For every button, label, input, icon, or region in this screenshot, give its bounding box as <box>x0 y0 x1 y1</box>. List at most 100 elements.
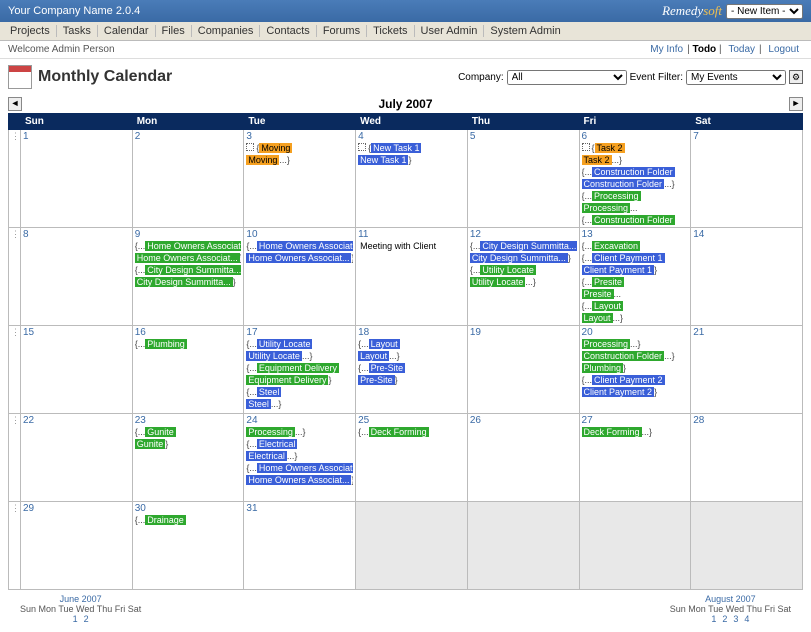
day-cell[interactable]: 6{Task 2Task 2...}{...Construction Folde… <box>579 130 691 228</box>
day-number[interactable]: 25 <box>358 415 465 426</box>
event-item[interactable]: {...Steel <box>246 386 353 398</box>
day-number[interactable]: 31 <box>246 503 353 514</box>
menu-files[interactable]: Files <box>155 25 191 37</box>
event-item[interactable]: Processing... <box>582 202 689 214</box>
day-cell[interactable] <box>691 502 803 590</box>
day-number[interactable]: 18 <box>358 327 465 338</box>
menu-user-admin[interactable]: User Admin <box>414 25 484 37</box>
day-number[interactable]: 28 <box>693 415 800 426</box>
event-item[interactable]: Task 2...} <box>582 154 689 166</box>
day-number[interactable]: 1 <box>23 131 130 142</box>
menu-companies[interactable]: Companies <box>191 25 260 37</box>
day-cell[interactable]: 17{...Utility LocateUtility Locate...}{.… <box>244 326 356 414</box>
prev-month-button[interactable]: ◄ <box>8 97 22 111</box>
day-cell[interactable]: 25{...Deck Forming <box>356 414 468 502</box>
event-item[interactable]: Moving...} <box>246 154 353 166</box>
day-number[interactable]: 5 <box>470 131 577 142</box>
day-number[interactable]: 19 <box>470 327 577 338</box>
event-item[interactable]: {...Excavation <box>582 240 689 252</box>
menu-calendar[interactable]: Calendar <box>97 25 155 37</box>
event-item[interactable]: {Moving <box>246 142 353 154</box>
day-number[interactable]: 12 <box>470 229 577 240</box>
event-item[interactable]: {...Client Payment 1 <box>582 252 689 264</box>
event-item[interactable]: Gunite} <box>135 438 242 450</box>
day-cell[interactable]: 20Processing...}Construction Folder...}P… <box>579 326 691 414</box>
event-item[interactable]: Deck Forming...} <box>582 426 689 438</box>
event-item[interactable]: {...Presite <box>582 276 689 288</box>
event-item[interactable]: Layout...} <box>582 312 689 324</box>
mini-prev[interactable]: June 2007 Sun Mon Tue Wed Thu Fri Sat 12 <box>20 594 141 624</box>
day-cell[interactable]: 19 <box>467 326 579 414</box>
event-item[interactable]: Construction Folder...} <box>582 178 689 190</box>
day-cell[interactable]: 21 <box>691 326 803 414</box>
event-item[interactable]: {...Utility Locate <box>470 264 577 276</box>
event-item[interactable]: Steel...} <box>246 398 353 410</box>
event-item[interactable]: {...Plumbing <box>135 338 242 350</box>
event-item[interactable]: {...Equipment Delivery <box>246 362 353 374</box>
today-link[interactable]: Today <box>728 44 755 55</box>
day-number[interactable]: 17 <box>246 327 353 338</box>
event-item[interactable]: {...City Design Summitta... <box>135 264 242 276</box>
event-item[interactable]: {...Pre-Site <box>358 362 465 374</box>
day-number[interactable]: 30 <box>135 503 242 514</box>
week-handle[interactable]: ⋮ <box>9 326 21 414</box>
day-number[interactable]: 3 <box>246 131 353 142</box>
day-cell[interactable]: 24Processing...}{...ElectricalElectrical… <box>244 414 356 502</box>
week-handle[interactable]: ⋮ <box>9 502 21 590</box>
day-cell[interactable]: 23{...GuniteGunite} <box>132 414 244 502</box>
menu-tasks[interactable]: Tasks <box>56 25 97 37</box>
day-number[interactable]: 11 <box>358 229 465 240</box>
event-item[interactable]: {...Home Owners Associat... <box>246 240 353 252</box>
event-item[interactable]: {...Layout <box>582 300 689 312</box>
day-number[interactable]: 22 <box>23 415 130 426</box>
event-item[interactable]: {...Construction Folder <box>582 214 689 226</box>
event-item[interactable]: {...Drainage <box>135 514 242 526</box>
day-number[interactable]: 2 <box>135 131 242 142</box>
event-item[interactable]: {...Deck Forming <box>358 426 465 438</box>
event-item[interactable]: Processing...} <box>246 426 353 438</box>
day-number[interactable]: 13 <box>582 229 689 240</box>
day-cell[interactable]: 22 <box>21 414 133 502</box>
day-cell[interactable]: 15 <box>21 326 133 414</box>
day-cell[interactable]: 8 <box>21 228 133 326</box>
day-cell[interactable]: 9{...Home Owners Associati...Home Owners… <box>132 228 244 326</box>
event-item[interactable]: {...Construction Folder <box>582 166 689 178</box>
day-number[interactable]: 20 <box>582 327 689 338</box>
menu-system-admin[interactable]: System Admin <box>483 25 566 37</box>
event-item[interactable]: New Task 1} <box>358 154 465 166</box>
menu-tickets[interactable]: Tickets <box>366 25 413 37</box>
event-item[interactable]: Home Owners Associat...} <box>135 252 242 264</box>
day-cell[interactable]: 16{...Plumbing <box>132 326 244 414</box>
day-number[interactable]: 6 <box>582 131 689 142</box>
event-item[interactable]: Utility Locate...} <box>246 350 353 362</box>
day-number[interactable]: 9 <box>135 229 242 240</box>
day-cell[interactable]: 30{...Drainage <box>132 502 244 590</box>
event-item[interactable]: {...Processing <box>582 190 689 202</box>
week-handle[interactable]: ⋮ <box>9 414 21 502</box>
day-cell[interactable]: 13{...Excavation{...Client Payment 1Clie… <box>579 228 691 326</box>
event-item[interactable]: Home Owners Associat...} <box>246 252 353 264</box>
new-item-select[interactable]: - New Item - <box>726 4 803 19</box>
event-item[interactable]: {...Gunite <box>135 426 242 438</box>
company-select[interactable]: All <box>507 70 627 85</box>
day-cell[interactable]: 7 <box>691 130 803 228</box>
day-cell[interactable]: 2 <box>132 130 244 228</box>
menu-forums[interactable]: Forums <box>316 25 366 37</box>
menu-contacts[interactable]: Contacts <box>259 25 315 37</box>
day-cell[interactable]: 12{...City Design Summitta...City Design… <box>467 228 579 326</box>
event-item[interactable]: Pre-Site} <box>358 374 465 386</box>
day-cell[interactable] <box>579 502 691 590</box>
day-cell[interactable]: 28 <box>691 414 803 502</box>
event-item[interactable]: {Task 2 <box>582 142 689 154</box>
event-item[interactable]: Home Owners Associat...} <box>246 474 353 486</box>
event-item[interactable]: Equipment Delivery} <box>246 374 353 386</box>
event-filter-select[interactable]: My Events <box>686 70 786 85</box>
event-item[interactable]: Utility Locate...} <box>470 276 577 288</box>
event-item[interactable]: {...Utility Locate <box>246 338 353 350</box>
day-number[interactable]: 8 <box>23 229 130 240</box>
week-handle[interactable]: ⋮ <box>9 130 21 228</box>
day-number[interactable]: 16 <box>135 327 242 338</box>
mini-next[interactable]: August 2007 Sun Mon Tue Wed Thu Fri Sat … <box>670 594 791 624</box>
day-cell[interactable]: 27Deck Forming...} <box>579 414 691 502</box>
day-number[interactable]: 15 <box>23 327 130 338</box>
